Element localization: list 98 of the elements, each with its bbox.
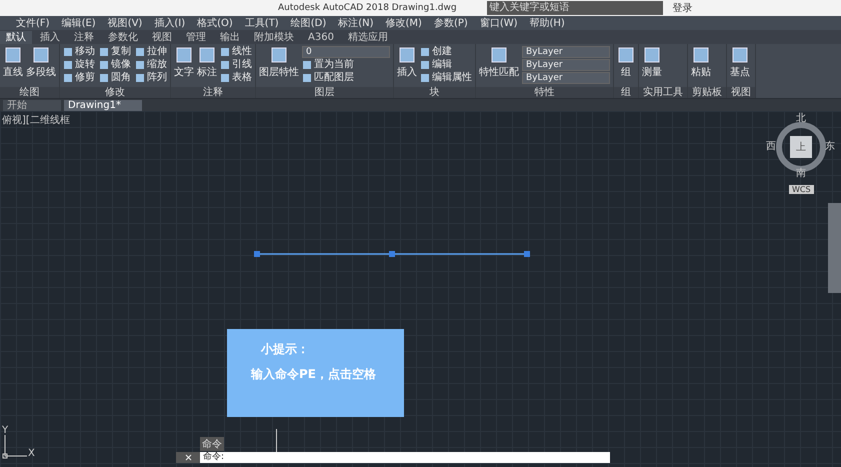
ribbon-button[interactable]: 置为当前 xyxy=(302,59,390,71)
tool-icon xyxy=(643,46,661,64)
compass-label: 南 xyxy=(796,168,806,180)
menu-item[interactable]: 帮助(H) xyxy=(530,16,565,30)
tool-icon xyxy=(398,46,416,64)
file-tab[interactable]: 开始 xyxy=(3,100,61,111)
wcs-menu[interactable]: WCS xyxy=(789,185,814,194)
ribbon-button[interactable]: 文字 xyxy=(174,46,194,79)
ribbon-button[interactable]: 编辑属性 xyxy=(420,72,472,84)
ribbon-tab[interactable]: 管理 xyxy=(180,31,212,44)
ribbon-button[interactable]: 引线 xyxy=(220,59,252,71)
menu-item[interactable]: 窗口(W) xyxy=(480,16,518,30)
panel-title[interactable]: 实用工具 xyxy=(639,87,687,98)
ribbon-tab[interactable]: 插入 xyxy=(34,31,66,44)
viewport-label[interactable]: 俯视][二维线框 xyxy=(2,113,70,127)
ribbon-button[interactable]: 移动 xyxy=(63,46,95,58)
ribbon-button[interactable]: 测量 xyxy=(642,46,662,79)
panel-title[interactable]: 块 xyxy=(394,87,475,98)
ribbon-button[interactable]: 阵列 xyxy=(135,72,167,84)
ribbon-button[interactable]: 图层特性 xyxy=(259,46,299,79)
close-button[interactable] xyxy=(176,452,200,463)
ribbon-button[interactable]: 复制 xyxy=(99,46,131,58)
window-title: Autodesk AutoCAD 2018 Drawing1.dwg xyxy=(278,3,457,13)
menu-item[interactable]: 编辑(E) xyxy=(62,16,96,30)
menu-item[interactable]: 插入(I) xyxy=(154,16,186,30)
ribbon-button[interactable]: 圆角 xyxy=(99,72,131,84)
panel-title[interactable]: 组 xyxy=(614,87,638,98)
tip-title: 小提示： xyxy=(261,341,309,358)
ribbon-tab[interactable]: 精选应用 xyxy=(342,31,394,44)
ribbon-button[interactable]: 直线 xyxy=(3,46,23,79)
close-icon xyxy=(184,454,192,461)
tool-icon xyxy=(175,46,193,64)
tool-icon xyxy=(490,46,508,64)
ribbon-tab[interactable]: A360 xyxy=(302,31,340,44)
view-face[interactable]: 上 xyxy=(790,136,812,158)
tool-icon xyxy=(270,46,288,64)
panel-title[interactable]: 图层 xyxy=(256,87,393,98)
menu-item[interactable]: 标注(N) xyxy=(338,16,374,30)
ribbon-tab[interactable]: 视图 xyxy=(146,31,178,44)
menu-item[interactable]: 文件(F) xyxy=(16,16,50,30)
sign-in-link[interactable]: 登录 xyxy=(672,1,693,15)
panel-title[interactable]: 剪贴板 xyxy=(688,87,726,98)
ucs-axis-icon xyxy=(2,435,28,459)
panel-title[interactable]: 绘图 xyxy=(0,87,59,98)
ribbon-button[interactable]: 特性匹配 xyxy=(479,46,519,79)
menu-item[interactable]: 视图(V) xyxy=(108,16,142,30)
ribbon-button[interactable]: 拉伸 xyxy=(135,46,167,58)
ribbon-tab[interactable]: 参数化 xyxy=(102,31,144,44)
panel-title[interactable]: 注释 xyxy=(171,87,255,98)
command-tab: 命令 xyxy=(200,437,224,451)
panel-title[interactable]: 修改 xyxy=(60,87,170,98)
ribbon-button[interactable]: 插入 xyxy=(397,46,417,79)
compass-label: 北 xyxy=(796,113,806,125)
ribbon-tab[interactable]: 附加模块 xyxy=(248,31,300,44)
menu-item[interactable]: 参数(P) xyxy=(434,16,468,30)
tool-icon xyxy=(617,46,635,64)
menu-item[interactable]: 工具(T) xyxy=(244,16,279,30)
menu-item[interactable]: 绘图(D) xyxy=(290,16,326,30)
ribbon-button[interactable]: 粘贴 xyxy=(691,46,711,79)
ribbon-button[interactable]: 线性 xyxy=(220,46,252,58)
menu-item[interactable]: 修改(M) xyxy=(386,16,422,30)
ribbon-button[interactable]: 修剪 xyxy=(63,72,95,84)
dropdown[interactable]: ByLayer xyxy=(522,72,610,84)
search-field[interactable]: 键入关键字或短语 xyxy=(486,1,663,15)
ribbon-button[interactable]: 镜像 xyxy=(99,59,131,71)
panel-title[interactable]: 特性 xyxy=(476,87,613,98)
ribbon-tab[interactable]: 注释 xyxy=(68,31,100,44)
tool-icon xyxy=(692,46,710,64)
ribbon-button[interactable]: 匹配图层 xyxy=(302,72,390,84)
tool-icon xyxy=(4,46,22,64)
ribbon-button[interactable]: 基点 xyxy=(730,46,750,79)
ribbon-button[interactable]: 多段线 xyxy=(26,46,56,79)
dropdown[interactable]: 0 xyxy=(302,46,390,58)
dropdown[interactable]: ByLayer xyxy=(522,59,610,71)
ribbon-button[interactable]: 表格 xyxy=(220,72,252,84)
menu-item[interactable]: 格式(O) xyxy=(197,16,233,30)
tip-text: 输入命令PE，点击空格 xyxy=(251,366,376,383)
ribbon-button[interactable]: 编辑 xyxy=(420,59,472,71)
panel-title[interactable]: 视图 xyxy=(727,87,755,98)
axis-label: X xyxy=(28,448,35,459)
file-tab[interactable]: Drawing1* xyxy=(64,100,142,111)
compass-label: 西 xyxy=(766,141,776,153)
tool-icon xyxy=(198,46,216,64)
ribbon-button[interactable]: 创建 xyxy=(420,46,472,58)
axis-label: Y xyxy=(2,425,8,436)
line-drawing[interactable] xyxy=(254,250,530,258)
ribbon-button[interactable]: 标注 xyxy=(197,46,217,79)
ribbon-button[interactable]: 组 xyxy=(617,46,635,79)
ribbon-button[interactable]: 缩放 xyxy=(135,59,167,71)
ribbon-tab[interactable]: 输出 xyxy=(214,31,246,44)
tool-icon xyxy=(32,46,50,64)
ribbon-tab[interactable]: 默认 xyxy=(0,31,32,44)
dropdown[interactable]: ByLayer xyxy=(522,46,610,58)
tool-icon xyxy=(731,46,749,64)
ribbon-button[interactable]: 旋转 xyxy=(63,59,95,71)
viewcube[interactable]: 北 东 南 西 上 WCS xyxy=(765,113,837,199)
compass-label: 东 xyxy=(825,141,835,153)
drawing-canvas[interactable]: 俯视][二维线框 小提示： 输入命令PE，点击空格 北 东 南 西 上 WCS Y X 命令 命令: xyxy=(0,111,841,467)
